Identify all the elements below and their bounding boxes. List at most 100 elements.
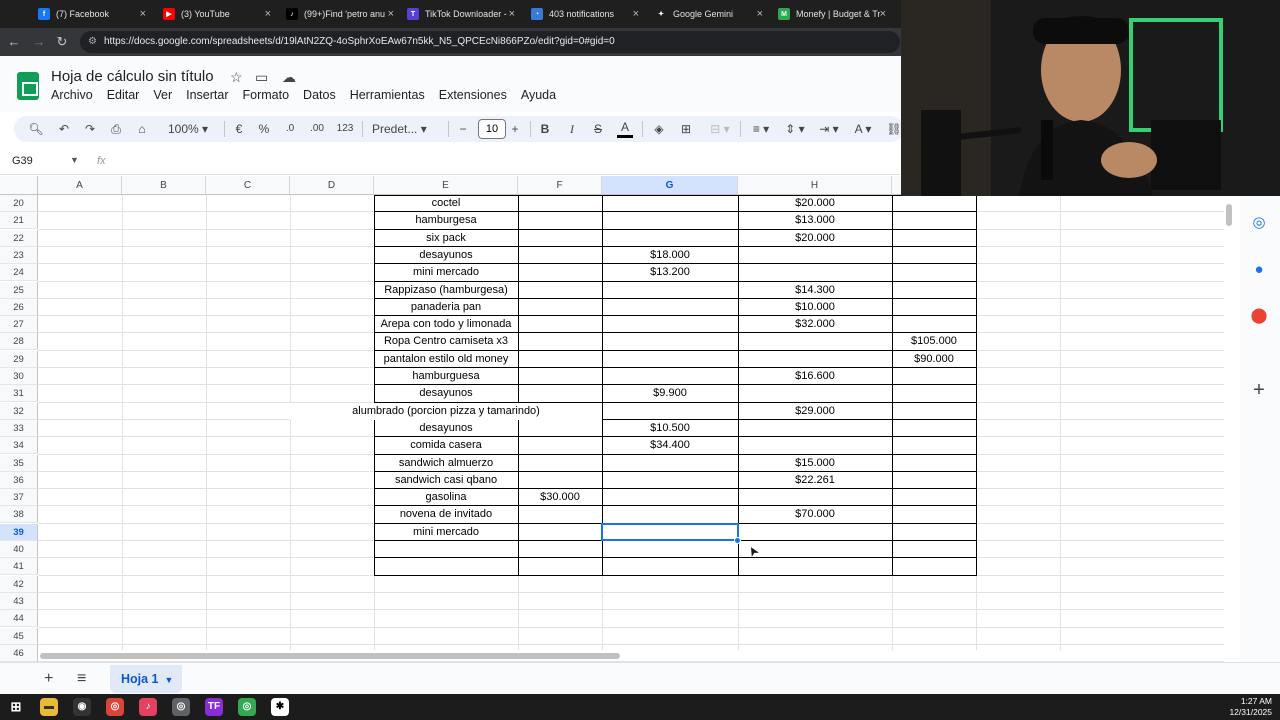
table-cell[interactable]: sandwich casi qbano [374,472,518,489]
fill-color-icon[interactable]: ◈ [651,120,667,138]
browser-tab[interactable]: T TikTok Downloader - × [399,0,521,28]
table-cell[interactable]: desayunos [374,247,518,264]
menu-item[interactable]: Ayuda [521,88,556,102]
table-cell[interactable]: $18.000 [602,247,738,264]
vertical-align-icon[interactable]: ⇕ ▾ [782,120,808,138]
browser-tab[interactable]: ▶ (3) YouTube × [155,0,277,28]
tasks-icon[interactable]: ◎ [1249,213,1269,233]
add-addon-icon[interactable]: + [1249,380,1269,400]
row-header[interactable]: 27 [0,316,38,334]
table-cell[interactable]: $29.000 [738,403,892,420]
system-clock[interactable]: 1:27 AM 12/31/2025 [1229,696,1272,718]
browser-tab[interactable]: ♪ (99+)Find 'petro anu × [278,0,400,28]
table-cell[interactable]: mini mercado [374,264,518,281]
row-header[interactable]: 41 [0,558,38,576]
capcut-icon[interactable]: ✱ [271,698,289,716]
text-wrapping-icon[interactable]: ⇥ ▾ [816,120,842,138]
menu-item[interactable]: Datos [303,88,336,102]
row-header[interactable]: 35 [0,454,38,472]
vertical-scroll-thumb[interactable] [1226,204,1232,226]
chrome-active-icon[interactable]: ◎ [172,698,190,716]
paint-format-icon[interactable]: ⌂ [134,120,150,138]
table-cell[interactable]: $32.000 [738,316,892,333]
table-cell[interactable]: hamburguesa [374,368,518,385]
menu-item[interactable]: Archivo [51,88,93,102]
row-header[interactable]: 25 [0,281,38,299]
browser-tab[interactable]: ◔ 403 notifications × [523,0,645,28]
column-header[interactable]: A [38,176,122,195]
row-header[interactable]: 39 [0,523,38,541]
back-icon[interactable]: ← [6,34,22,50]
table-cell[interactable]: $30.000 [518,489,602,506]
select-all-corner[interactable] [0,176,38,195]
add-sheet-icon[interactable]: + [44,670,53,688]
row-header[interactable]: 45 [0,627,38,645]
horizontal-scrollbar[interactable] [38,652,1224,660]
table-cell[interactable]: $14.300 [738,282,892,299]
increase-decimal-button[interactable]: .00 [306,120,328,138]
font-size-input[interactable]: 10 [478,119,506,139]
row-header[interactable]: 20 [0,195,38,212]
menu-item[interactable]: Ver [153,88,172,102]
undo-icon[interactable]: ↶ [56,120,72,138]
table-cell[interactable]: $13.200 [602,264,738,281]
print-icon[interactable]: ⎙ [108,120,124,138]
table-cell[interactable]: pantalon estilo old money [374,351,518,368]
close-tab-icon[interactable]: × [265,8,271,20]
text-color-icon[interactable]: A [617,120,633,138]
tiktok-app-icon[interactable]: ♪ [139,698,157,716]
row-header[interactable]: 46 [0,644,38,662]
table-cell[interactable]: $34.400 [602,437,738,454]
table-cell[interactable]: $20.000 [738,195,892,212]
row-header[interactable]: 43 [0,592,38,610]
row-header[interactable]: 23 [0,246,38,264]
borders-icon[interactable]: ⊞ [678,120,694,138]
document-title[interactable]: Hoja de cálculo sin título [51,68,214,85]
fill-handle[interactable] [734,537,741,544]
row-header[interactable]: 40 [0,541,38,558]
table-cell[interactable]: alumbrado (porcion pizza y tamarindo) [290,402,602,420]
star-icon[interactable]: ☆ [230,69,243,86]
column-header[interactable]: F [518,176,602,195]
menu-item[interactable]: Editar [107,88,140,102]
table-cell[interactable]: $70.000 [738,506,892,523]
browser-tab[interactable]: ✦ Google Gemini × [647,0,769,28]
cloud-status-icon[interactable]: ☁ [282,69,296,86]
sheet-tab-hoja1[interactable]: Hoja 1 ▼ [110,665,182,693]
table-cell[interactable]: $10.000 [738,299,892,316]
table-cell[interactable]: mini mercado [374,524,518,541]
table-cell[interactable]: six pack [374,230,518,247]
row-header[interactable]: 44 [0,610,38,628]
text-rotation-icon[interactable]: A ▾ [850,120,876,138]
row-header[interactable]: 32 [0,402,38,420]
search-menus-icon[interactable]: 🔍︎ [28,120,44,138]
start-menu-icon[interactable]: ⊞ [7,698,25,716]
row-header[interactable]: 38 [0,506,38,524]
row-header[interactable]: 22 [0,229,38,247]
row-header[interactable]: 31 [0,385,38,403]
column-header[interactable]: G [602,176,738,195]
table-cell[interactable]: $15.000 [738,455,892,472]
table-cell[interactable]: gasolina [374,489,518,506]
url-input[interactable]: ⚙ https://docs.google.com/spreadsheets/d… [80,31,900,53]
table-cell[interactable]: $13.000 [738,212,892,229]
more-formats-button[interactable]: 123 [334,120,356,138]
table-cell[interactable]: $16.600 [738,368,892,385]
merge-cells-icon[interactable]: ⊟ ▾ [706,120,734,138]
all-sheets-icon[interactable]: ≡ [77,670,86,688]
column-header[interactable]: D [290,176,374,195]
row-header[interactable]: 30 [0,368,38,385]
italic-icon[interactable]: I [565,120,579,138]
row-header[interactable]: 26 [0,298,38,316]
chrome-icon[interactable]: ◎ [106,698,124,716]
file-explorer-icon[interactable]: ▬ [40,698,58,716]
table-cell[interactable]: coctel [374,195,518,212]
row-header[interactable]: 42 [0,575,38,593]
row-header[interactable]: 29 [0,350,38,368]
reload-icon[interactable]: ↻ [54,34,70,50]
close-tab-icon[interactable]: × [140,8,146,20]
table-cell[interactable]: $22.261 [738,472,892,489]
redo-icon[interactable]: ↷ [82,120,98,138]
browser-tab[interactable]: f (7) Facebook × [30,0,152,28]
tradingview-icon[interactable]: TF [205,698,223,716]
